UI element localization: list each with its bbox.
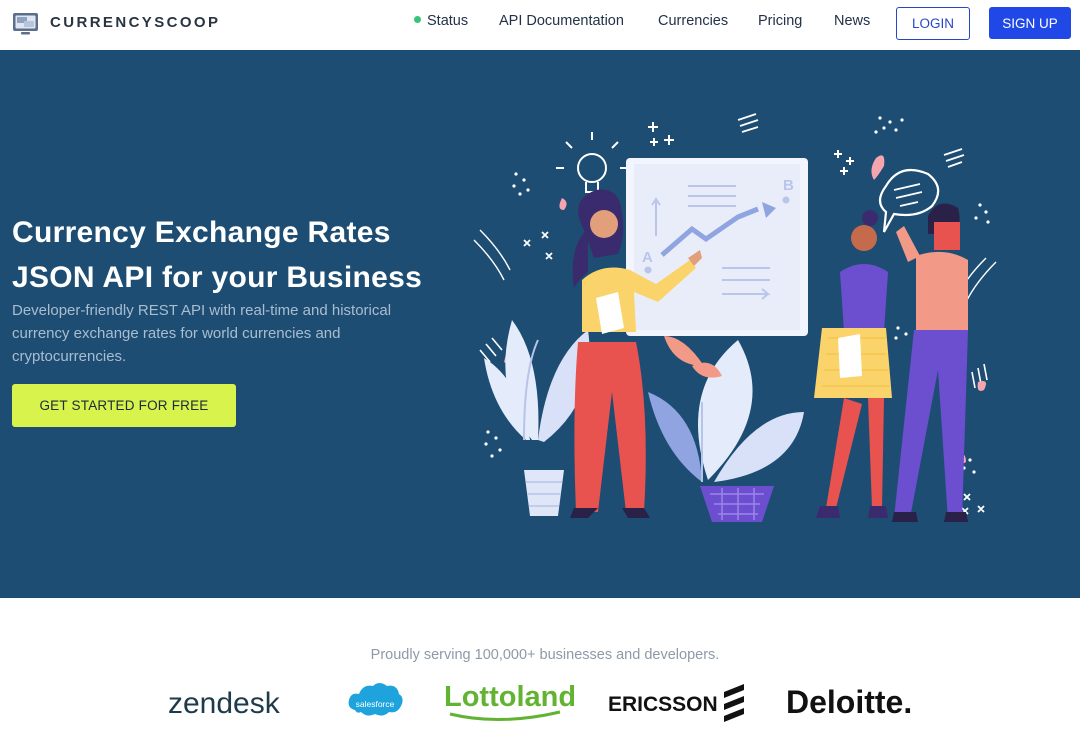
brand-name: CURRENCYSCOOP bbox=[50, 14, 221, 31]
hero-title-line-1: Currency Exchange Rates bbox=[12, 216, 391, 249]
ericsson-logo: ERICSSON bbox=[608, 684, 744, 722]
hero-section: Currency Exchange Rates JSON API for you… bbox=[0, 50, 1080, 598]
nav-news-link[interactable]: News bbox=[834, 13, 870, 29]
get-started-button[interactable]: GET STARTED FOR FREE bbox=[12, 384, 236, 427]
deloitte-logo: Deloitte. bbox=[786, 684, 912, 720]
nav-status-label: Status bbox=[427, 13, 469, 29]
login-button[interactable]: LOGIN bbox=[896, 7, 970, 40]
monitor-currency-icon bbox=[13, 13, 38, 35]
brand-logo[interactable]: CURRENCYSCOOP bbox=[12, 9, 220, 36]
nav-status-link[interactable]: Status bbox=[414, 13, 468, 29]
woman-with-paper-figure bbox=[814, 210, 892, 518]
status-online-icon bbox=[414, 16, 421, 23]
board-label-b: B bbox=[783, 177, 794, 194]
ericsson-logo-text: ERICSSON bbox=[608, 693, 718, 716]
clients-caption: Proudly serving 100,000+ businesses and … bbox=[370, 647, 720, 663]
team-presentation-illustration: B A bbox=[473, 113, 997, 522]
lightbulb-icon bbox=[556, 132, 628, 197]
middle-plant bbox=[648, 336, 804, 522]
lottoland-logo-text: Lottoland bbox=[444, 681, 574, 713]
man-figure bbox=[892, 203, 968, 522]
hero-title: Currency Exchange Rates JSON API for you… bbox=[12, 210, 442, 300]
left-plant bbox=[484, 320, 590, 516]
nav-pricing-link[interactable]: Pricing bbox=[758, 13, 802, 29]
signup-button[interactable]: SIGN UP bbox=[989, 7, 1071, 39]
salesforce-logo: salesforce bbox=[348, 683, 403, 716]
top-navbar: CURRENCYSCOOP Status API Documentation C… bbox=[0, 0, 1080, 50]
presentation-board: B A bbox=[626, 158, 808, 336]
zendesk-logo-text: zendesk bbox=[168, 687, 281, 720]
nav-currencies-link[interactable]: Currencies bbox=[658, 13, 728, 29]
hero-title-line-2: JSON API for your Business bbox=[12, 261, 423, 294]
board-label-a: A bbox=[642, 249, 653, 266]
salesforce-logo-text: salesforce bbox=[356, 699, 395, 709]
deloitte-logo-text: Deloitte. bbox=[786, 684, 912, 720]
hero-subtitle: Developer-friendly REST API with real-ti… bbox=[12, 302, 392, 365]
lottoland-logo: Lottoland bbox=[444, 681, 574, 722]
nav-api-docs-link[interactable]: API Documentation bbox=[499, 13, 624, 29]
zendesk-logo: zendesk bbox=[168, 687, 281, 720]
